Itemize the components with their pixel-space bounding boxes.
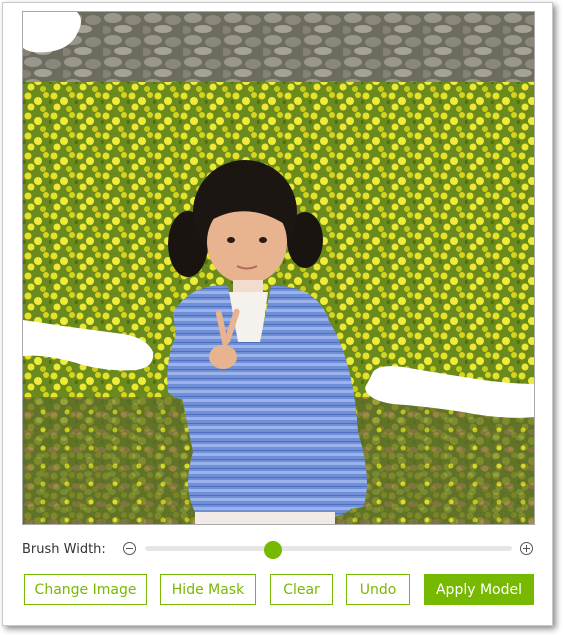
plus-circle-icon[interactable]	[520, 542, 533, 555]
change-image-button[interactable]: Change Image	[24, 574, 147, 605]
brush-width-slider[interactable]	[145, 541, 512, 559]
image-canvas[interactable]	[22, 11, 535, 525]
brush-width-control: Brush Width:	[22, 538, 537, 562]
brush-width-thumb[interactable]	[264, 541, 283, 559]
clear-button[interactable]: Clear	[270, 574, 333, 605]
minus-circle-icon[interactable]	[123, 542, 136, 555]
action-buttons: Change Image Hide Mask Clear Undo Apply …	[24, 574, 535, 606]
inpainting-panel: Brush Width: Change Image Hide Mask Clea…	[2, 2, 553, 626]
brush-width-label: Brush Width:	[22, 542, 106, 557]
apply-model-button[interactable]: Apply Model	[424, 574, 534, 605]
undo-button[interactable]: Undo	[346, 574, 410, 605]
hide-mask-button[interactable]: Hide Mask	[160, 574, 256, 605]
photo	[23, 12, 534, 524]
